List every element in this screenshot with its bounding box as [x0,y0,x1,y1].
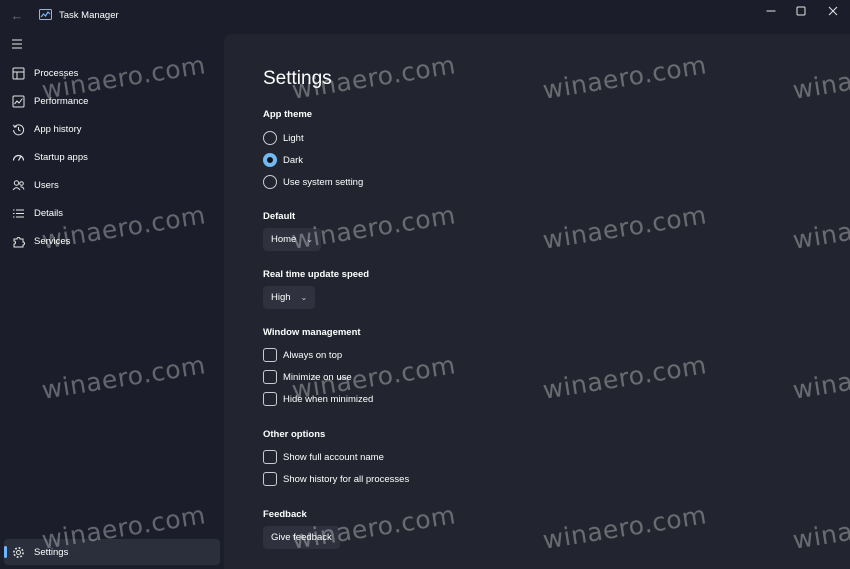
checkbox[interactable] [263,472,277,486]
sidebar-item-label: Processes [34,67,79,79]
option-label: Show history for all processes [283,473,410,485]
default-page-dropdown[interactable]: Home ⌄ [263,228,322,251]
dropdown-value: High [271,292,291,303]
sidebar-item-performance[interactable]: Performance [4,88,220,114]
gear-icon [11,545,25,559]
checkbox[interactable] [263,450,277,464]
sidebar-item-label: App history [34,123,82,135]
puzzle-icon [11,234,25,248]
sidebar-item-label: Startup apps [34,151,88,163]
update-speed-dropdown[interactable]: High ⌄ [263,286,316,309]
sidebar-item-startup-apps[interactable]: Startup apps [4,144,220,170]
settings-panel: Settings App theme Light Dark Use system… [224,34,850,569]
sidebar-item-label: Users [34,179,59,191]
sidebar-item-details[interactable]: Details [4,200,220,226]
page-title: Settings [263,68,332,89]
sidebar-item-label: Performance [34,95,89,107]
option-label: Show full account name [283,451,384,463]
checkbox[interactable] [263,348,277,362]
maximize-icon[interactable] [784,0,818,22]
title-bar: ← Task Manager [0,0,850,32]
sidebar-item-app-history[interactable]: App history [4,116,220,142]
back-arrow-icon[interactable]: ← [6,6,28,26]
radio-button-selected[interactable] [263,153,277,167]
feedback-heading: Feedback [263,509,307,520]
sidebar-item-label: Settings [34,546,69,558]
minimize-icon[interactable] [754,0,788,22]
give-feedback-button[interactable]: Give feedback [263,526,340,549]
option-label: Always on top [283,349,343,361]
sidebar-item-label: Services [34,235,71,247]
sidebar-item-users[interactable]: Users [4,172,220,198]
chevron-down-icon: ⌄ [300,293,308,302]
radio-button[interactable] [263,175,277,189]
minimize-on-use-checkbox[interactable]: Minimize on use [263,369,352,385]
sidebar-item-label: Details [34,207,64,219]
performance-icon [11,94,25,108]
list-icon [11,206,25,220]
sidebar-item-services[interactable]: Services [4,228,220,254]
option-label: Light [283,132,304,144]
task-manager-window: ← Task Manager Processes Performance App… [0,0,850,569]
show-history-all-processes-checkbox[interactable]: Show history for all processes [263,471,409,487]
dropdown-value: Home [271,234,297,245]
show-full-account-name-checkbox[interactable]: Show full account name [263,449,384,465]
option-label: Minimize on use [283,371,352,383]
radio-button[interactable] [263,131,277,145]
window-title: Task Manager [59,10,119,21]
speedometer-icon [11,150,25,164]
checkbox[interactable] [263,392,277,406]
other-options-heading: Other options [263,429,326,440]
chevron-down-icon: ⌄ [306,235,314,244]
app-theme-heading: App theme [263,109,313,120]
option-label: Use system setting [283,176,364,188]
theme-option-system[interactable]: Use system setting [263,174,363,190]
sidebar-item-settings[interactable]: Settings [4,539,220,565]
default-page-heading: Default [263,211,296,222]
hamburger-icon[interactable] [9,38,25,50]
window-management-heading: Window management [263,327,361,338]
task-manager-app-icon [39,9,52,20]
checkbox[interactable] [263,370,277,384]
theme-option-dark[interactable]: Dark [263,152,303,168]
always-on-top-checkbox[interactable]: Always on top [263,347,342,363]
update-speed-heading: Real time update speed [263,269,370,280]
hide-when-minimized-checkbox[interactable]: Hide when minimized [263,391,373,407]
watermark: winaero.com [39,350,208,405]
close-icon[interactable] [816,0,850,22]
option-label: Dark [283,154,304,166]
processes-icon [11,66,25,80]
theme-option-light[interactable]: Light [263,130,304,146]
history-icon [11,122,25,136]
sidebar-item-processes[interactable]: Processes [4,60,220,86]
users-icon [11,178,25,192]
option-label: Hide when minimized [283,393,374,405]
